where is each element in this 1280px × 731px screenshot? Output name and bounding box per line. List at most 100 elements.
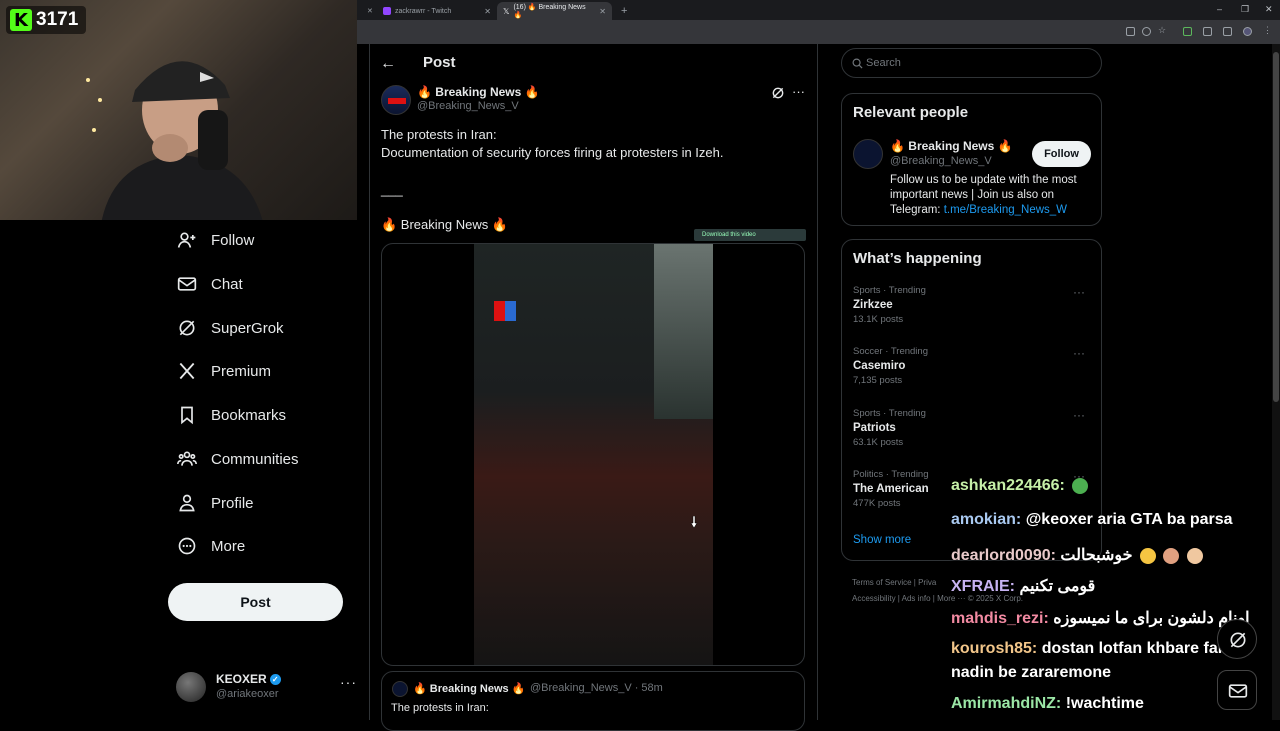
grok-button[interactable]: [1217, 619, 1257, 659]
account-switcher[interactable]: KEOXER ✓ @ariakeoxer ···: [176, 670, 356, 704]
trend-name: Casemiro: [853, 360, 906, 372]
tab-twitch[interactable]: zackrawrr - Twitch ✕: [377, 2, 497, 20]
relevant-people-card: Relevant people 🔥 Breaking News 🔥 @Break…: [841, 93, 1102, 226]
new-tab-button[interactable]: +: [615, 2, 631, 20]
emote-icon: [1072, 477, 1089, 494]
nav-label: Bookmarks: [211, 406, 287, 424]
raised-hands-emoji-icon: [1186, 547, 1203, 564]
post-text-line: Documentation of security forces firing …: [381, 145, 724, 160]
nav-label: Premium: [211, 362, 272, 380]
more-icon[interactable]: ···: [1073, 346, 1085, 360]
profile-avatar[interactable]: [1243, 27, 1252, 36]
more-icon[interactable]: ···: [340, 674, 357, 690]
menu-icon[interactable]: ⋮: [1263, 25, 1272, 35]
nav-more[interactable]: More: [177, 534, 245, 558]
more-icon[interactable]: ···: [1073, 408, 1085, 422]
person-name[interactable]: 🔥 Breaking News 🔥: [890, 139, 1013, 153]
tab-close-icon[interactable]: ✕: [361, 2, 373, 20]
tab-breaking-news[interactable]: 𝕏 (16) 🔥 Breaking News 🔥 ✕: [497, 2, 612, 20]
messages-button[interactable]: [1217, 670, 1257, 710]
chat-message: ashkan224466:: [951, 477, 1089, 495]
mouse-cursor-icon: [690, 516, 698, 528]
nav-bookmarks[interactable]: Bookmarks: [177, 403, 286, 427]
avatar: [392, 681, 408, 697]
more-icon[interactable]: ···: [792, 84, 805, 99]
back-arrow-icon[interactable]: ←: [380, 55, 396, 73]
avatar[interactable]: [853, 139, 883, 169]
zoom-icon[interactable]: [1142, 27, 1151, 36]
trend-count: 13.1K posts: [853, 314, 904, 325]
chat-username: AmirmahdiNZ:: [951, 695, 1062, 712]
chat-message: kourosh85: dostan lotfan khbare fake: [951, 640, 1236, 658]
card-title: What’s happening: [853, 250, 982, 267]
quoted-post[interactable]: 🔥 Breaking News 🔥 @Breaking_News_V · 58m…: [381, 671, 805, 731]
laughing-emoji-icon: [1140, 547, 1157, 564]
trend-name: Patriots: [853, 422, 896, 434]
author-avatar[interactable]: [381, 85, 411, 115]
follow-button[interactable]: Follow: [1032, 141, 1091, 167]
post-button[interactable]: Post: [168, 583, 343, 621]
nav-follow[interactable]: Follow: [177, 228, 254, 252]
nav-chat[interactable]: Chat: [177, 272, 243, 296]
download-video-button[interactable]: Download this video: [694, 229, 806, 241]
close-icon[interactable]: ✕: [599, 7, 606, 16]
envelope-icon: [177, 277, 197, 291]
chat-text: !wachtime: [1065, 695, 1144, 712]
account-handle: @ariakeoxer: [216, 688, 279, 700]
extension-icon[interactable]: [1183, 27, 1192, 36]
x-logo-icon: [179, 362, 195, 380]
nav-label: More: [211, 537, 246, 555]
grok-icon[interactable]: [771, 86, 785, 100]
chat-username: dearlord0090:: [951, 547, 1056, 564]
nav-label: Communities: [211, 450, 299, 468]
restore-icon[interactable]: ❐: [1241, 4, 1249, 15]
profile-icon: [179, 494, 195, 512]
post-text-line: The protests in Iran:: [381, 127, 497, 142]
nav-premium[interactable]: Premium: [177, 359, 271, 383]
window-close-icon[interactable]: ✕: [1265, 4, 1273, 15]
scrollbar-thumb[interactable]: [1273, 52, 1279, 402]
telegram-link[interactable]: t.me/Breaking_News_W: [944, 204, 1067, 216]
envelope-icon: [1228, 684, 1248, 698]
more-icon[interactable]: ···: [1073, 285, 1085, 299]
trend-item[interactable]: Sports · Trending Patriots 63.1K posts ·…: [853, 408, 1093, 448]
nav-communities[interactable]: Communities: [177, 447, 299, 471]
sidebar-icon[interactable]: [1223, 27, 1232, 36]
trend-category: Soccer · Trending: [853, 346, 928, 357]
video-frame: [474, 244, 713, 665]
communities-icon: [177, 451, 197, 466]
nav-label: Follow: [211, 231, 255, 249]
person-emoji-icon: [1163, 547, 1180, 564]
chat-username: amokian:: [951, 511, 1022, 528]
chat-text: dostan lotfan khbare fake: [1041, 640, 1236, 657]
nav-supergrok[interactable]: SuperGrok: [177, 316, 284, 340]
viewer-count: 3171: [36, 9, 79, 30]
minimize-icon[interactable]: –: [1217, 4, 1222, 14]
trend-item[interactable]: Soccer · Trending Casemiro 7,135 posts ·…: [853, 346, 1093, 386]
chat-message: dearlord0090: خوشبحالت: [951, 545, 1203, 565]
video-player[interactable]: [381, 243, 805, 666]
show-more-link[interactable]: Show more: [853, 534, 911, 546]
bookmark-icon: [181, 406, 193, 425]
tab-label: zackrawrr - Twitch: [395, 7, 452, 15]
trend-item[interactable]: Sports · Trending Zirkzee 13.1K posts ··…: [853, 285, 1093, 325]
nav-label: Chat: [211, 275, 243, 293]
viewer-count-badge: K 3171: [6, 6, 87, 34]
chat-text: قومی تکنیم: [1019, 578, 1096, 595]
close-icon[interactable]: ✕: [484, 7, 491, 16]
author-handle[interactable]: @Breaking_News_V: [417, 100, 519, 112]
account-name: KEOXER: [216, 672, 267, 686]
x-logo-icon: 𝕏: [503, 6, 510, 16]
star-icon[interactable]: ☆: [1158, 25, 1167, 35]
card-title: Relevant people: [853, 104, 969, 121]
extensions-icon[interactable]: [1203, 27, 1212, 36]
chat-text: اونام دلشون برای ما نمیسوزه: [1053, 610, 1250, 627]
page-title: Post: [423, 54, 456, 71]
cast-icon[interactable]: [1126, 27, 1135, 36]
chat-message: XFRAIE: قومی تکنیم: [951, 576, 1095, 596]
search-input[interactable]: Search: [841, 48, 1102, 78]
nav-profile[interactable]: Profile: [177, 491, 254, 515]
author-name[interactable]: 🔥 Breaking News 🔥: [417, 85, 540, 99]
browser-chrome: ✕ zackrawrr - Twitch ✕ 𝕏 (16) 🔥 Breaking…: [357, 0, 1280, 44]
account-name-row: KEOXER ✓: [216, 672, 281, 686]
